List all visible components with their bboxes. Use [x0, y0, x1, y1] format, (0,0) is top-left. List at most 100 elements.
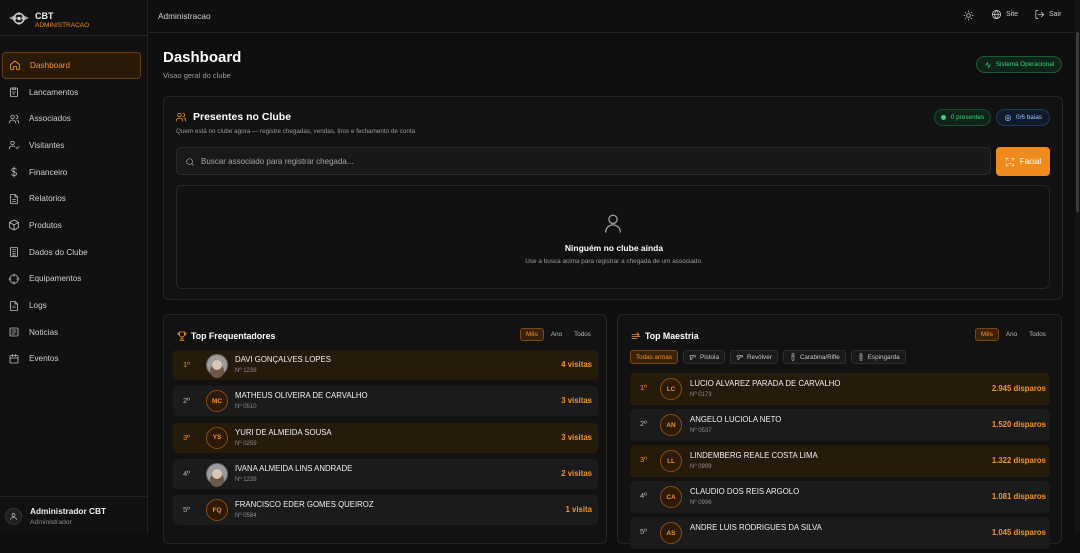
period-year-tab[interactable]: Ano — [546, 328, 567, 341]
presence-description: Quem está no clube agora — registre cheg… — [176, 128, 416, 135]
member-number: Nº 0584 — [235, 513, 257, 520]
weapon-tab-shotgun[interactable]: Espingarda — [850, 350, 906, 364]
sidebar-item-dashboard[interactable]: Dashboard — [2, 52, 141, 79]
sidebar-item-label: Produtos — [29, 220, 62, 230]
user-name: Administrador CBT — [30, 506, 107, 516]
list-item[interactable]: 2º AN ANGELO LUCIOLA NETO Nº 0537 1.520 … — [630, 409, 1050, 441]
sidebar-item-label: Equipamentos — [29, 274, 82, 284]
sidebar-nav: Dashboard Lancamentos Associados Visitan… — [0, 52, 148, 372]
list-item[interactable]: 4º CA CLAUDIO DOS REIS ARGOLO Nº 0996 1.… — [630, 481, 1050, 513]
sidebar-item-produtos[interactable]: Produtos — [2, 212, 141, 239]
list-item[interactable]: 3º YS YURI DE ALMEIDA SOUSA Nº 0259 3 vi… — [173, 422, 598, 453]
member-name: YURI DE ALMEIDA SOUSA — [235, 427, 332, 437]
sidebar-item-label: Dados do Clube — [29, 247, 88, 257]
frequent-period-filter: Mês Ano Todos — [520, 328, 596, 341]
package-icon — [9, 220, 19, 231]
presence-title: Presentes no Clube — [193, 111, 292, 123]
rank-position: 2º — [183, 396, 190, 406]
file-text-icon — [10, 193, 18, 204]
scan-face-icon — [1005, 157, 1014, 166]
avatar: LC — [660, 378, 682, 400]
mastery-list: 1º LC LUCIO ALVAREZ PARADA DE CARVALHO N… — [630, 373, 1050, 553]
sidebar-item-label: Associados — [29, 114, 71, 124]
sidebar-item-label: Logs — [29, 301, 47, 311]
sidebar-item-equipamentos[interactable]: Equipamentos — [2, 266, 141, 293]
period-all-tab[interactable]: Todos — [1024, 328, 1051, 341]
scrollbar-thumb[interactable] — [1076, 32, 1079, 212]
sidebar-item-logs[interactable]: Logs — [2, 292, 141, 319]
facial-recognition-button[interactable]: Facial — [996, 147, 1050, 176]
weapon-tab-pistol[interactable]: Pistola — [683, 350, 725, 364]
empty-state-title: Ninguém no clube ainda — [564, 243, 664, 253]
logout-button[interactable]: Sair — [1034, 9, 1061, 20]
member-number: Nº 0173 — [690, 392, 712, 398]
member-name: LUCIO ALVAREZ PARADA DE CARVALHO — [690, 379, 841, 388]
user-profile[interactable]: Administrador CBT Administrador — [0, 496, 148, 534]
status-dot — [940, 115, 946, 120]
member-number: Nº 0259 — [235, 440, 257, 447]
avatar: LL — [660, 450, 682, 472]
user-role: Administrador — [30, 519, 72, 526]
flame-icon — [631, 332, 641, 339]
avatar — [206, 462, 228, 485]
weapon-tab-rifle[interactable]: Carabina/Rifle — [782, 350, 846, 364]
list-item[interactable]: 1º DAVI GONÇALVES LOPES Nº 1238 4 visita… — [173, 350, 598, 380]
presence-card: Presentes no Clube Quem está no clube ag… — [163, 96, 1063, 300]
sidebar-item-label: Relatorios — [29, 194, 66, 204]
weapon-tab-label: Revólver — [746, 353, 772, 361]
period-month-tab[interactable]: Mês — [520, 328, 544, 341]
sidebar-item-label: Noticias — [29, 327, 59, 337]
calendar-icon — [9, 353, 19, 364]
rank-position: 5º — [183, 505, 190, 515]
member-number: Nº 0537 — [690, 428, 712, 434]
user-icon — [10, 513, 17, 521]
avatar: AN — [660, 414, 682, 436]
weapon-tab-all[interactable]: Todas armas — [630, 350, 679, 364]
search-icon — [186, 158, 194, 166]
list-item[interactable]: 1º LC LUCIO ALVAREZ PARADA DE CARVALHO N… — [630, 373, 1050, 405]
search-input[interactable] — [201, 149, 981, 173]
list-item[interactable]: 4º IVANA ALMEIDA LINS ANDRADE Nº 1239 2 … — [173, 458, 598, 489]
sidebar-item-relatorios[interactable]: Relatorios — [2, 185, 141, 212]
empty-state-description: Use a busca acima para registrar a chega… — [525, 258, 703, 265]
member-number: Nº 0510 — [235, 404, 257, 411]
weapon-tab-label: Espingarda — [867, 353, 900, 361]
present-count-badge: 0 presentes — [934, 109, 991, 126]
rank-position: 4º — [183, 468, 190, 478]
weapon-tab-label: Todas armas — [636, 353, 673, 361]
avatar: FQ — [206, 499, 228, 522]
rifle-icon — [791, 353, 795, 361]
sidebar-item-noticias[interactable]: Noticias — [2, 319, 141, 346]
period-all-tab[interactable]: Todos — [569, 328, 596, 341]
member-search[interactable] — [176, 147, 991, 175]
mastery-period-filter: Mês Ano Todos — [975, 328, 1051, 341]
sidebar: CBT ADMINISTRACAO Dashboard Lancamentos … — [0, 0, 148, 534]
site-link[interactable]: Site — [991, 9, 1018, 20]
list-item[interactable]: 5º AS ANDRE LUIS RODRIGUES DA SILVA 1.04… — [630, 517, 1050, 549]
page-subtitle: Visao geral do clube — [163, 71, 231, 80]
member-name: ANGELO LUCIOLA NETO — [690, 415, 782, 424]
sidebar-item-eventos[interactable]: Eventos — [2, 346, 141, 373]
sidebar-item-associados[interactable]: Associados — [2, 105, 141, 132]
weapon-tab-revolver[interactable]: Revólver — [729, 350, 778, 364]
list-item[interactable]: 3º LL LINDEMBERG REALE COSTA LIMA Nº 099… — [630, 445, 1050, 477]
sidebar-item-visitantes[interactable]: Visitantes — [2, 132, 141, 159]
topbar: Administracao Site Sair — [148, 0, 1080, 33]
sidebar-item-dados-do-clube[interactable]: Dados do Clube — [2, 239, 141, 266]
sidebar-item-label: Dashboard — [30, 60, 71, 70]
sidebar-item-lancamentos[interactable]: Lancamentos — [2, 79, 141, 106]
bays-label: 0/6 baias — [1016, 114, 1042, 121]
theme-toggle-button[interactable] — [963, 10, 974, 21]
list-item[interactable]: 2º MC MATHEUS OLIVEIRA DE CARVALHO Nº 05… — [173, 386, 598, 417]
period-year-tab[interactable]: Ano — [1001, 328, 1022, 341]
user-icon — [605, 214, 621, 233]
visit-count: 3 visitas — [561, 432, 592, 442]
period-month-tab[interactable]: Mês — [975, 328, 999, 341]
sidebar-item-label: Eventos — [29, 354, 59, 364]
dollar-icon — [11, 166, 17, 178]
users-icon — [8, 114, 20, 124]
shot-count: 1.045 disparos — [991, 528, 1046, 537]
sidebar-item-financeiro[interactable]: Financeiro — [2, 159, 141, 186]
list-item[interactable]: 5º FQ FRANCISCO EDER GOMES QUEIROZ Nº 05… — [173, 495, 598, 526]
brand[interactable]: CBT ADMINISTRACAO — [0, 0, 148, 36]
